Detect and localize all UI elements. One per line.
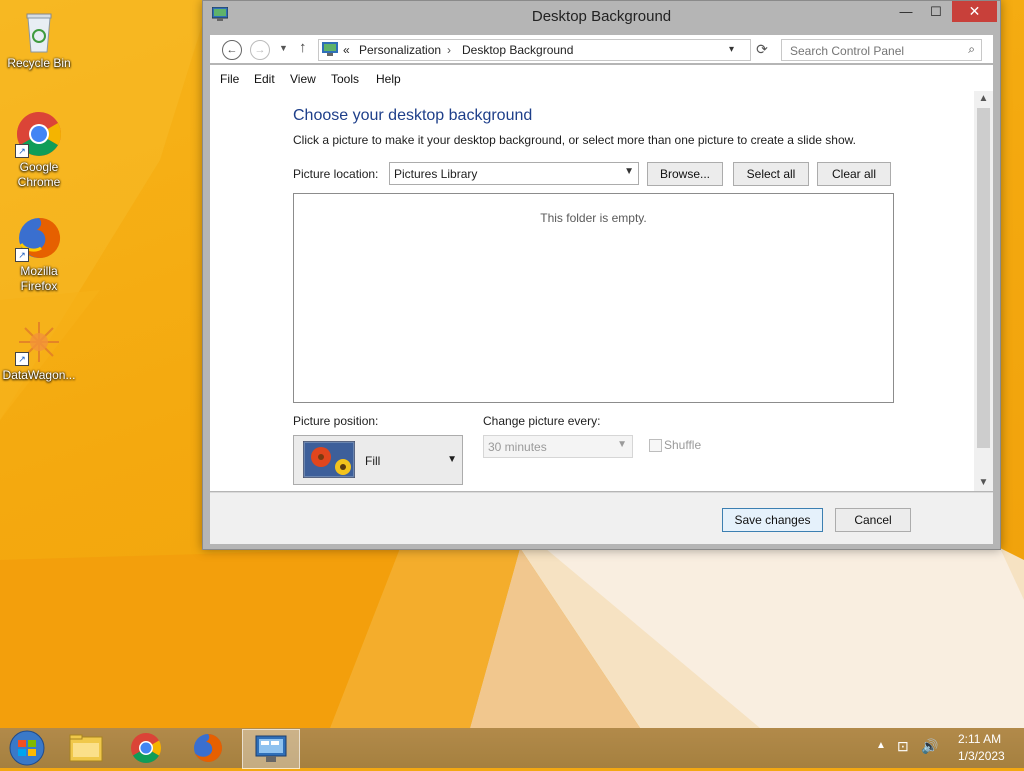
shortcut-arrow-icon: ↗ — [15, 248, 29, 262]
picture-position-select[interactable]: Fill ▼ — [293, 435, 463, 485]
menu-bar: File Edit View Tools Help — [210, 65, 993, 91]
control-panel-small-icon — [322, 42, 338, 59]
windows-logo-icon — [9, 730, 45, 766]
desktop-icon-recycle-bin[interactable]: Recycle Bin — [0, 6, 78, 71]
menu-view[interactable]: View — [290, 72, 316, 86]
clear-all-button[interactable]: Clear all — [817, 162, 891, 186]
chevron-down-icon: ▼ — [617, 439, 627, 450]
desktop-icon-datawagon[interactable]: ↗ DataWagon... — [0, 318, 78, 383]
firefox-icon: ↗ — [15, 214, 63, 262]
title-bar[interactable]: Desktop Background — ☐ ✕ — [203, 1, 1000, 32]
menu-tools[interactable]: Tools — [331, 72, 359, 86]
picture-location-value: Pictures Library — [394, 167, 478, 181]
minimize-button[interactable]: — — [892, 1, 920, 22]
network-icon[interactable]: ⊡ — [897, 738, 909, 755]
chevron-down-icon: ▼ — [624, 166, 634, 177]
window-title: Desktop Background — [531, 8, 672, 25]
taskbar-firefox[interactable] — [180, 729, 236, 767]
firefox-icon — [194, 733, 223, 762]
address-dropdown-chevron-icon[interactable]: ▾ — [729, 44, 734, 55]
desktop-background-window: Desktop Background — ☐ ✕ ← → ▼ ↑ « Perso… — [202, 0, 1001, 550]
scroll-up-icon[interactable]: ▲ — [974, 91, 993, 107]
desktop-icon-label: DataWagon... — [2, 368, 76, 382]
select-all-button[interactable]: Select all — [733, 162, 809, 186]
fill-preview-icon — [302, 440, 356, 479]
page-heading: Choose your desktop background — [293, 107, 533, 124]
change-interval-value: 30 minutes — [488, 440, 547, 454]
menu-file[interactable]: File — [220, 72, 239, 86]
taskbar: ▲ ⊡ 🔊 2:11 AM 1/3/2023 — [0, 728, 1024, 769]
empty-folder-message: This folder is empty. — [540, 211, 647, 225]
maximize-button[interactable]: ☐ — [922, 1, 950, 22]
menu-edit[interactable]: Edit — [254, 72, 275, 86]
breadcrumb-overflow[interactable]: « — [343, 43, 350, 57]
clock-time[interactable]: 2:11 AM — [958, 732, 1001, 746]
scroll-down-icon[interactable]: ▼ — [974, 475, 993, 491]
breadcrumb-personalization[interactable]: Personalization — [359, 43, 441, 57]
shortcut-arrow-icon: ↗ — [15, 144, 29, 158]
page-description: Click a picture to make it your desktop … — [293, 133, 856, 147]
save-changes-button[interactable]: Save changes — [722, 508, 823, 532]
chrome-icon: ↗ — [15, 110, 63, 158]
dialog-footer: Save changes Cancel — [210, 492, 993, 544]
show-hidden-icons-chevron[interactable]: ▲ — [876, 740, 886, 751]
change-picture-label: Change picture every: — [483, 414, 601, 428]
chrome-icon — [131, 733, 162, 764]
breadcrumb-desktop-background[interactable]: Desktop Background — [462, 43, 573, 57]
search-box[interactable]: ⌕ — [781, 39, 982, 61]
menu-help[interactable]: Help — [376, 72, 401, 86]
picture-position-label: Picture position: — [293, 414, 379, 428]
close-button[interactable]: ✕ — [952, 1, 997, 22]
shuffle-checkbox[interactable] — [649, 439, 662, 452]
shortcut-arrow-icon: ↗ — [15, 352, 29, 366]
shuffle-label: Shuffle — [664, 438, 702, 452]
taskbar-file-explorer[interactable] — [58, 729, 114, 767]
picture-position-value: Fill — [365, 454, 381, 468]
search-icon[interactable]: ⌕ — [968, 42, 975, 57]
picture-location-select[interactable]: Pictures Library ▼ — [389, 162, 639, 185]
back-button[interactable]: ← — [222, 40, 242, 60]
taskbar-control-panel[interactable] — [242, 729, 300, 769]
picture-list[interactable]: This folder is empty. — [293, 193, 894, 403]
volume-icon[interactable]: 🔊 — [921, 738, 938, 755]
change-interval-select[interactable]: 30 minutes ▼ — [483, 435, 633, 458]
control-panel-icon — [255, 735, 287, 762]
folder-icon — [69, 734, 103, 762]
desktop-icon-mozilla-firefox[interactable]: ↗ Mozilla Firefox — [0, 214, 78, 294]
address-toolbar: ← → ▼ ↑ « Personalization › Desktop Back… — [210, 35, 993, 63]
desktop-icon-google-chrome[interactable]: ↗ Google Chrome — [0, 110, 78, 190]
datawagon-icon: ↗ — [15, 318, 63, 366]
start-button[interactable] — [0, 729, 56, 767]
browse-button[interactable]: Browse... — [647, 162, 723, 186]
desktop-icon-label: Google Chrome — [17, 160, 61, 189]
refresh-icon[interactable]: ⟳ — [751, 38, 773, 60]
desktop-icon-label: Recycle Bin — [7, 56, 71, 70]
up-arrow-icon[interactable]: ↑ — [299, 39, 307, 56]
scrollbar-thumb[interactable] — [977, 108, 990, 448]
vertical-scrollbar[interactable]: ▲ ▼ — [974, 91, 993, 491]
picture-location-label: Picture location: — [293, 167, 379, 181]
content-pane: Choose your desktop background Click a p… — [210, 91, 974, 491]
forward-button[interactable]: → — [250, 40, 270, 60]
address-bar[interactable]: « Personalization › Desktop Background ▾ — [318, 39, 751, 61]
chevron-down-icon: ▼ — [447, 454, 457, 465]
search-input[interactable] — [788, 42, 962, 59]
recycle-bin-icon — [15, 6, 63, 54]
taskbar-chrome[interactable] — [118, 729, 174, 767]
cancel-button[interactable]: Cancel — [835, 508, 911, 532]
breadcrumb-separator: › — [447, 43, 451, 57]
recent-pages-chevron-icon[interactable]: ▼ — [279, 43, 288, 53]
clock-date[interactable]: 1/3/2023 — [958, 749, 1005, 763]
desktop-icon-label: Mozilla Firefox — [20, 264, 58, 293]
